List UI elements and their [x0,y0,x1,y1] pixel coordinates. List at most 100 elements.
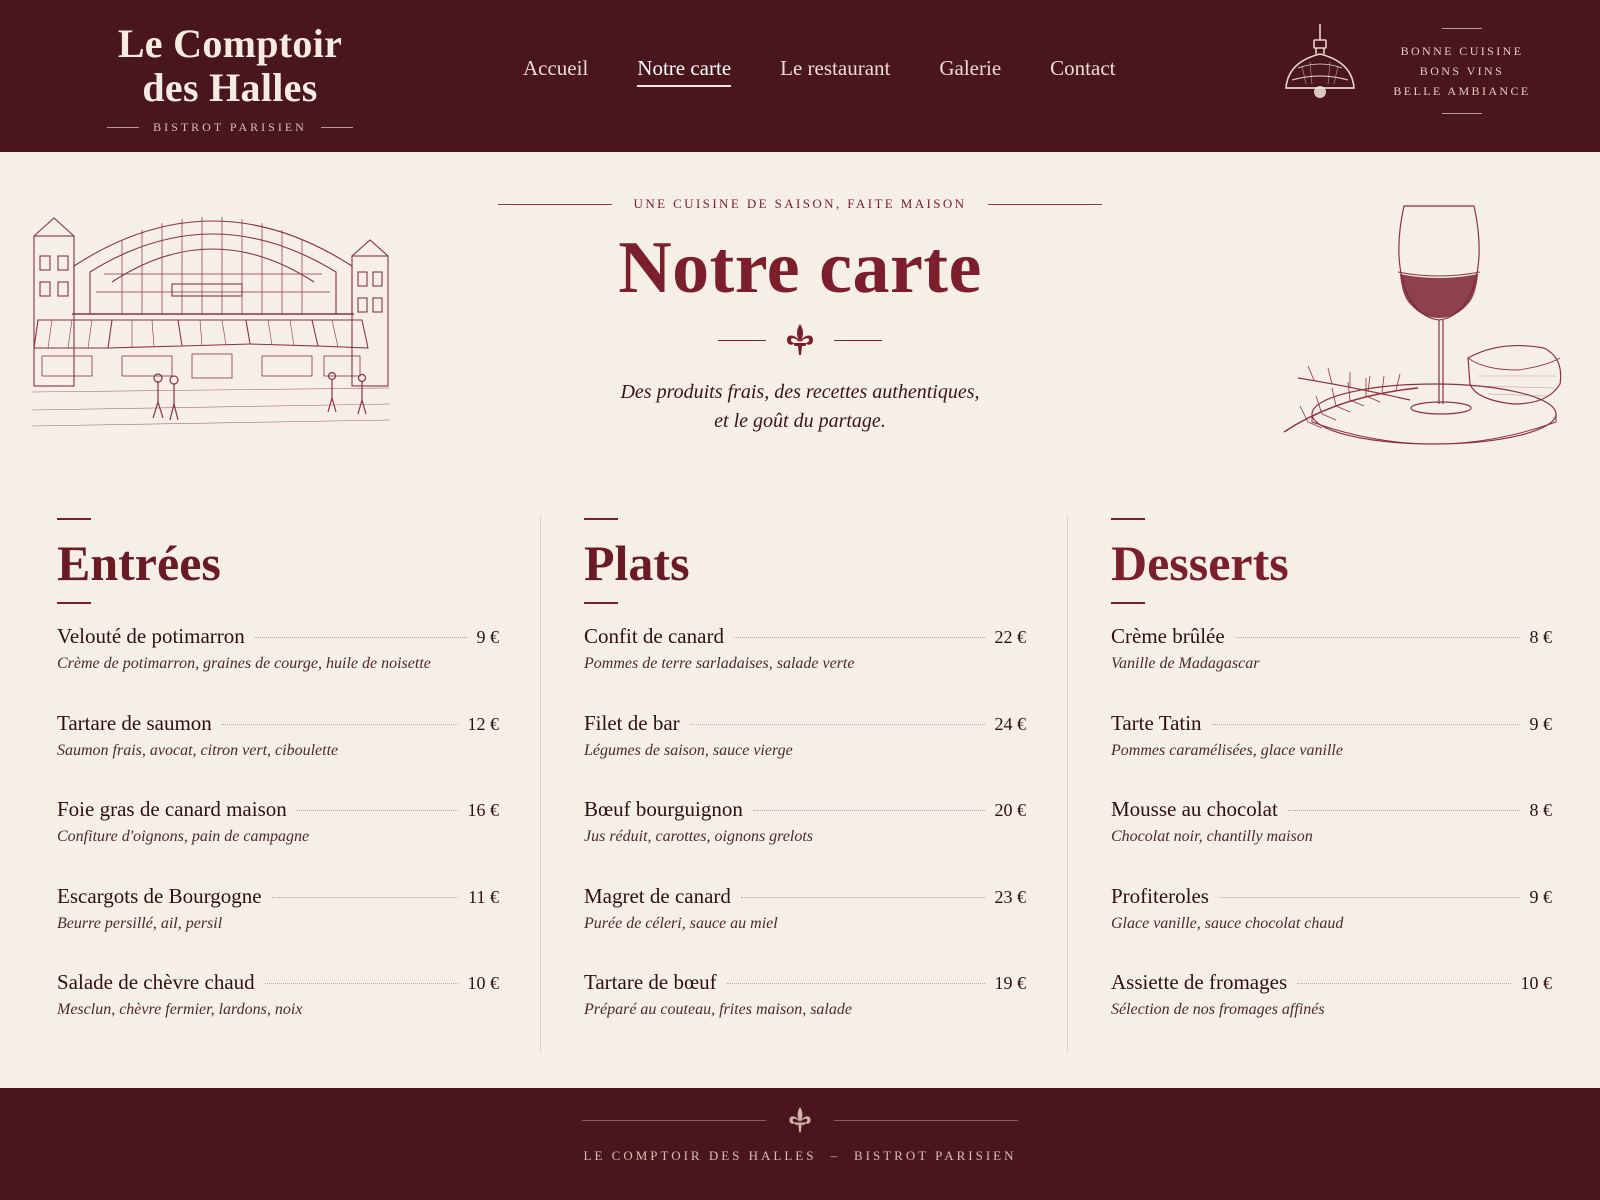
dish-price: 8 € [1529,800,1553,820]
dot-leader [689,723,985,725]
fleur-de-lis-icon [789,1107,811,1133]
menu-item[interactable]: Filet de bar 24 € Légumes de saison, sauc… [584,711,1026,798]
dot-leader [254,637,467,638]
divider [57,602,91,604]
menu-item[interactable]: Tarte Tatin 9 € Pommes caramélisées, glac… [1111,711,1552,798]
column-divider [540,516,541,1052]
footer-brand: LE COMPTOIR DES HALLES [583,1148,817,1163]
divider [497,203,612,205]
dish-name: Mousse au chocolat [1111,797,1278,821]
dot-leader [1287,810,1520,811]
nav-item-galerie[interactable]: Galerie [939,56,1001,87]
main-nav: Accueil Notre carte Le restaurant Galeri… [523,56,1164,87]
dish-name: Filet de bar [584,710,680,735]
dish-name: Foie gras de canard maison [57,797,287,821]
dish-name: Tartare de bœuf [584,970,717,994]
dish-price: 22 € [994,627,1027,647]
tagline-line: BONNE CUISINE [1400,44,1524,58]
dish-description: Sélection de nos fromages affinés [1111,1001,1325,1018]
nav-item-accueil[interactable]: Accueil [523,56,588,87]
menu-item[interactable]: Assiette de fromages 10 € Sélection de no… [1111,970,1552,1057]
dot-leader [733,637,985,638]
logo-subtitle: BISTROT PARISIEN [153,120,307,134]
tagline-line: BONS VINS [1419,64,1505,78]
divider [57,518,91,520]
footer-ornament [582,1104,1018,1136]
nav-item-contact[interactable]: Contact [1050,56,1115,87]
dot-leader [1234,637,1520,638]
page-title: Notre carte [618,227,982,309]
dish-price: 8 € [1529,627,1553,647]
wine-cheese-illustration [1283,205,1562,445]
hero-ornament [718,322,882,358]
dish-price: 10 € [467,973,500,993]
dish-description: Pommes caramélisées, glace vanille [1111,741,1343,759]
dish-description: Légumes de saison, sauce vierge [584,741,793,759]
dot-leader [1211,723,1520,725]
nav-item-notre-carte[interactable]: Notre carte [637,56,731,87]
dish-price: 19 € [994,973,1027,993]
menu-section-desserts: Desserts Crème brûlée 8 € Vanille de Mada… [1111,518,1552,1057]
divider [584,602,618,604]
logo-name-line2: des Halles [142,65,318,110]
dish-description: Saumon frais, avocat, citron vert, cibou… [57,741,339,759]
menu-section-plats: Plats Confit de canard 22 € Pommes de ter… [584,518,1026,1057]
dish-name: Magret de canard [584,883,731,908]
menu-item[interactable]: Bœuf bourguignon 20 € Jus réduit, carotte… [584,797,1026,884]
dish-name: Profiteroles [1111,883,1209,908]
menu-item[interactable]: Salade de chèvre chaud 10 € Mesclun, chèv… [57,970,499,1057]
dot-leader [752,810,985,811]
divider [1111,518,1145,520]
menu-item[interactable]: Crème brûlée 8 € Vanille de Madagascar [1111,624,1552,711]
menu-item[interactable]: Velouté de potimarron 9 € Crème de potima… [57,624,499,711]
dot-leader [264,983,458,984]
dish-name: Escargots de Bourgogne [57,883,262,908]
hero-subtitle-line: Des produits frais, des recettes authent… [620,381,980,403]
dish-price: 20 € [994,800,1027,820]
logo[interactable]: Le Comptoir des Halles BISTROT PARISIEN [100,22,360,135]
dish-name: Tarte Tatin [1111,710,1202,735]
dish-name: Bœuf bourguignon [584,797,743,821]
footer-text: LE COMPTOIR DES HALLES – BISTROT PARISIEN [0,1148,1600,1164]
dish-description: Glace vanille, sauce chocolat chaud [1111,914,1344,932]
dot-leader [221,723,458,725]
hero-kicker: UNE CUISINE DE SAISON, FAITE MAISON [490,196,1110,212]
menu-item[interactable]: Magret de canard 23 € Purée de céleri, sa… [584,884,1026,971]
menu-item[interactable]: Profiteroles 9 € Glace vanille, sauce cho… [1111,884,1552,971]
divider [320,127,353,128]
divider [1111,602,1145,604]
section-title: Desserts [1111,535,1289,591]
dish-name: Assiette de fromages [1111,970,1288,994]
divider [1442,113,1482,114]
dish-price: 23 € [994,886,1027,907]
tagline-line: BELLE AMBIANCE [1393,84,1531,98]
dish-price: 16 € [467,800,500,820]
divider [1442,28,1482,29]
menu-item[interactable]: Escargots de Bourgogne 11 € Beurre persil… [57,884,499,971]
dish-description: Purée de céleri, sauce au miel [584,914,778,932]
dish-name: Tartare de saumon [57,710,212,735]
footer-subtitle: BISTROT PARISIEN [853,1148,1017,1163]
dish-price: 9 € [476,627,500,647]
dot-leader [296,810,458,811]
dish-name: Crème brûlée [1111,624,1225,648]
menu-item[interactable]: Confit de canard 22 € Pommes de terre sar… [584,624,1026,711]
nav-item-le-restaurant[interactable]: Le restaurant [780,56,890,87]
section-title: Entrées [57,535,221,591]
dish-description: Crème de potimarron, graines de courge, … [57,655,431,672]
divider [988,203,1103,205]
menu-item[interactable]: Foie gras de canard maison 16 € Confiture… [57,797,499,884]
dish-description: Beurre persillé, ail, persil [57,914,223,932]
dish-description: Mesclun, chèvre fermier, lardons, noix [57,1001,303,1018]
divider [107,127,140,128]
header-tagline: BONNE CUISINE BONS VINS BELLE AMBIANCE [1386,28,1538,114]
dish-name: Velouté de potimarron [57,624,245,648]
menu-item[interactable]: Tartare de bœuf 19 € Préparé au couteau, … [584,970,1026,1057]
dish-price: 24 € [994,713,1027,734]
menu-item[interactable]: Tartare de saumon 12 € Saumon frais, avoc… [57,711,499,798]
footer-separator: – [830,1148,840,1163]
menu-item[interactable]: Mousse au chocolat 8 € Chocolat noir, cha… [1111,797,1552,884]
dish-price: 11 € [468,886,499,907]
fleur-de-lis-icon [787,324,813,355]
dish-description: Vanille de Madagascar [1111,655,1260,672]
